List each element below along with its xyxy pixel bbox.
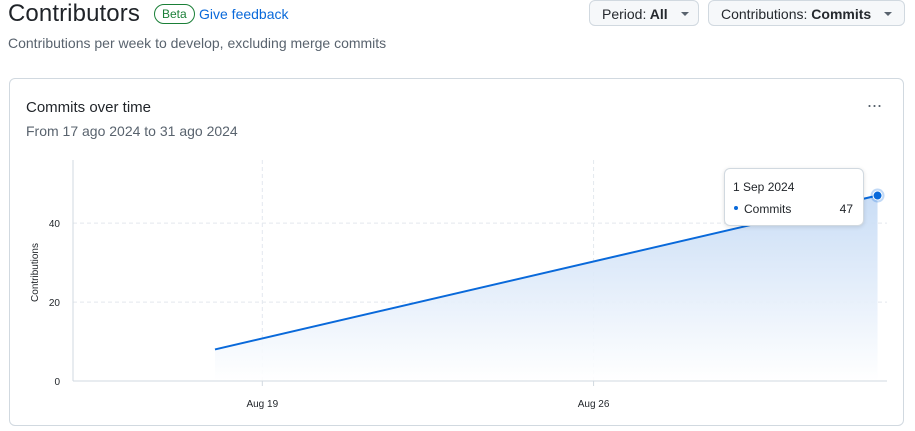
- x-tick-label: Aug 19: [246, 399, 278, 410]
- x-tick-label: Aug 26: [578, 399, 610, 410]
- y-axis-label: Contributions: [30, 243, 41, 302]
- tooltip-date: 1 Sep 2024: [733, 180, 795, 194]
- highlight-data-point: [872, 190, 883, 201]
- y-tick-label: 20: [49, 298, 61, 309]
- y-tick-label: 0: [54, 377, 60, 388]
- tooltip-series-value: 47: [839, 202, 853, 216]
- tooltip-series-name: Commits: [744, 202, 792, 216]
- series-dot-icon: [734, 206, 738, 210]
- y-tick-label: 40: [49, 219, 61, 230]
- chart-tooltip: 1 Sep 2024 Commits 47: [724, 168, 864, 226]
